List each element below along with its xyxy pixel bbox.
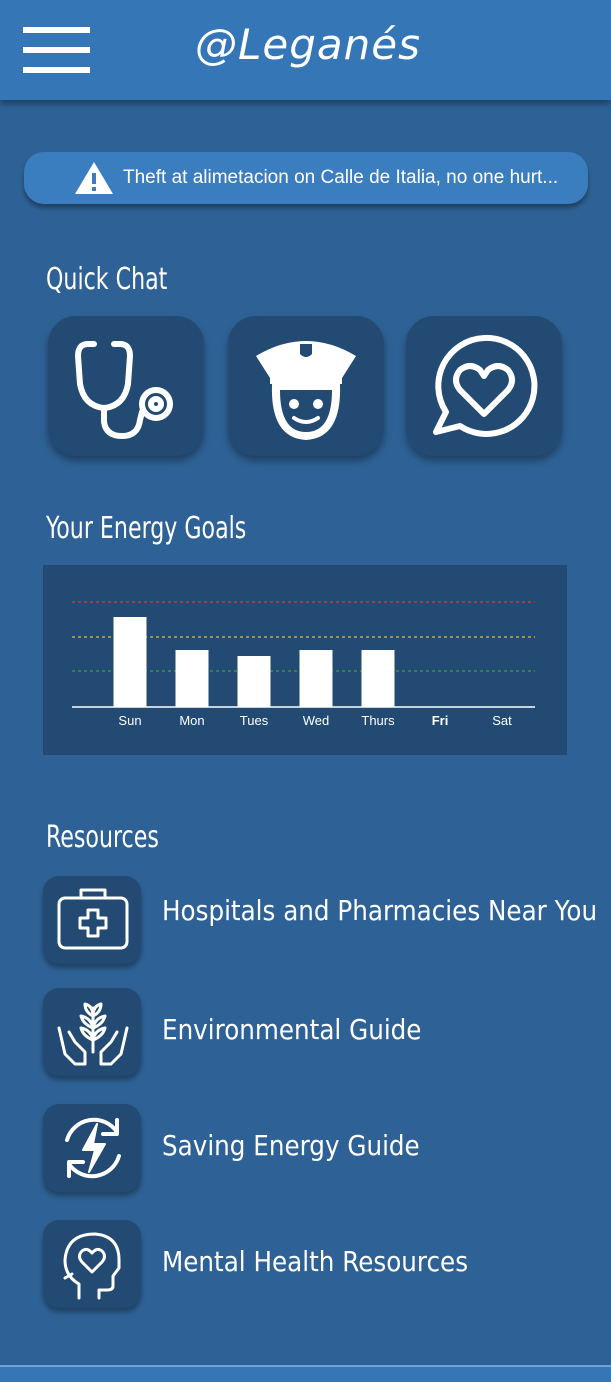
- tick-label-mon: Mon: [179, 713, 204, 728]
- quick-chat-title: Quick Chat: [46, 262, 168, 297]
- resource-mental-health-link[interactable]: Mental Health Resources: [162, 1245, 468, 1278]
- stethoscope-icon: [75, 341, 173, 439]
- tick-label-tues: Tues: [240, 713, 269, 728]
- hospitals-icon-button[interactable]: [43, 876, 141, 964]
- resource-environmental-link[interactable]: Environmental Guide: [162, 1013, 421, 1046]
- hamburger-menu-icon[interactable]: [23, 27, 90, 73]
- warning-triangle-icon: [75, 162, 113, 194]
- first-aid-kit-icon: [57, 888, 129, 950]
- top-bar: @Leganés: [0, 0, 611, 100]
- bar-thurs: [361, 650, 395, 707]
- tick-label-sat: Sat: [492, 713, 512, 728]
- heart-chat-icon: [433, 334, 538, 437]
- tick-label-fri: Fri: [432, 713, 449, 728]
- energy-bar-chart: Sun Mon Tues Wed Thurs Fri Sat: [72, 601, 535, 728]
- energy-guide-icon-button[interactable]: [43, 1104, 141, 1192]
- energy-chart: Sun Mon Tues Wed Thurs Fri Sat: [43, 565, 567, 755]
- tick-label-wed: Wed: [303, 713, 330, 728]
- bar-mon: [175, 650, 209, 707]
- tick-label-thurs: Thurs: [361, 713, 395, 728]
- tick-label-sun: Sun: [118, 713, 141, 728]
- environment-icon-button[interactable]: [43, 988, 141, 1076]
- energy-goals-title: Your Energy Goals: [46, 511, 247, 546]
- app-title: @Leganés: [195, 20, 421, 69]
- mental-health-icon-button[interactable]: [43, 1220, 141, 1308]
- quick-chat-support-button[interactable]: [406, 316, 562, 456]
- head-heart-icon: [63, 1232, 121, 1300]
- quick-chat-police-button[interactable]: [228, 316, 384, 456]
- resource-hospitals-link[interactable]: Hospitals and Pharmacies Near You: [162, 894, 597, 927]
- bottom-nav-bar: [0, 1367, 611, 1382]
- bar-sun: [113, 617, 147, 707]
- resources-title: Resources: [46, 820, 159, 855]
- police-officer-icon: [256, 341, 356, 440]
- bar-tues: [237, 656, 271, 707]
- quick-chat-doctor-button[interactable]: [48, 316, 204, 456]
- resource-energy-link[interactable]: Saving Energy Guide: [162, 1129, 420, 1162]
- bar-wed: [299, 650, 333, 707]
- alert-text: Theft at alimetacion on Calle de Italia,…: [123, 167, 559, 188]
- alert-banner[interactable]: Theft at alimetacion on Calle de Italia,…: [24, 152, 588, 204]
- plant-hands-icon: [57, 1002, 129, 1066]
- energy-cycle-icon: [65, 1117, 121, 1179]
